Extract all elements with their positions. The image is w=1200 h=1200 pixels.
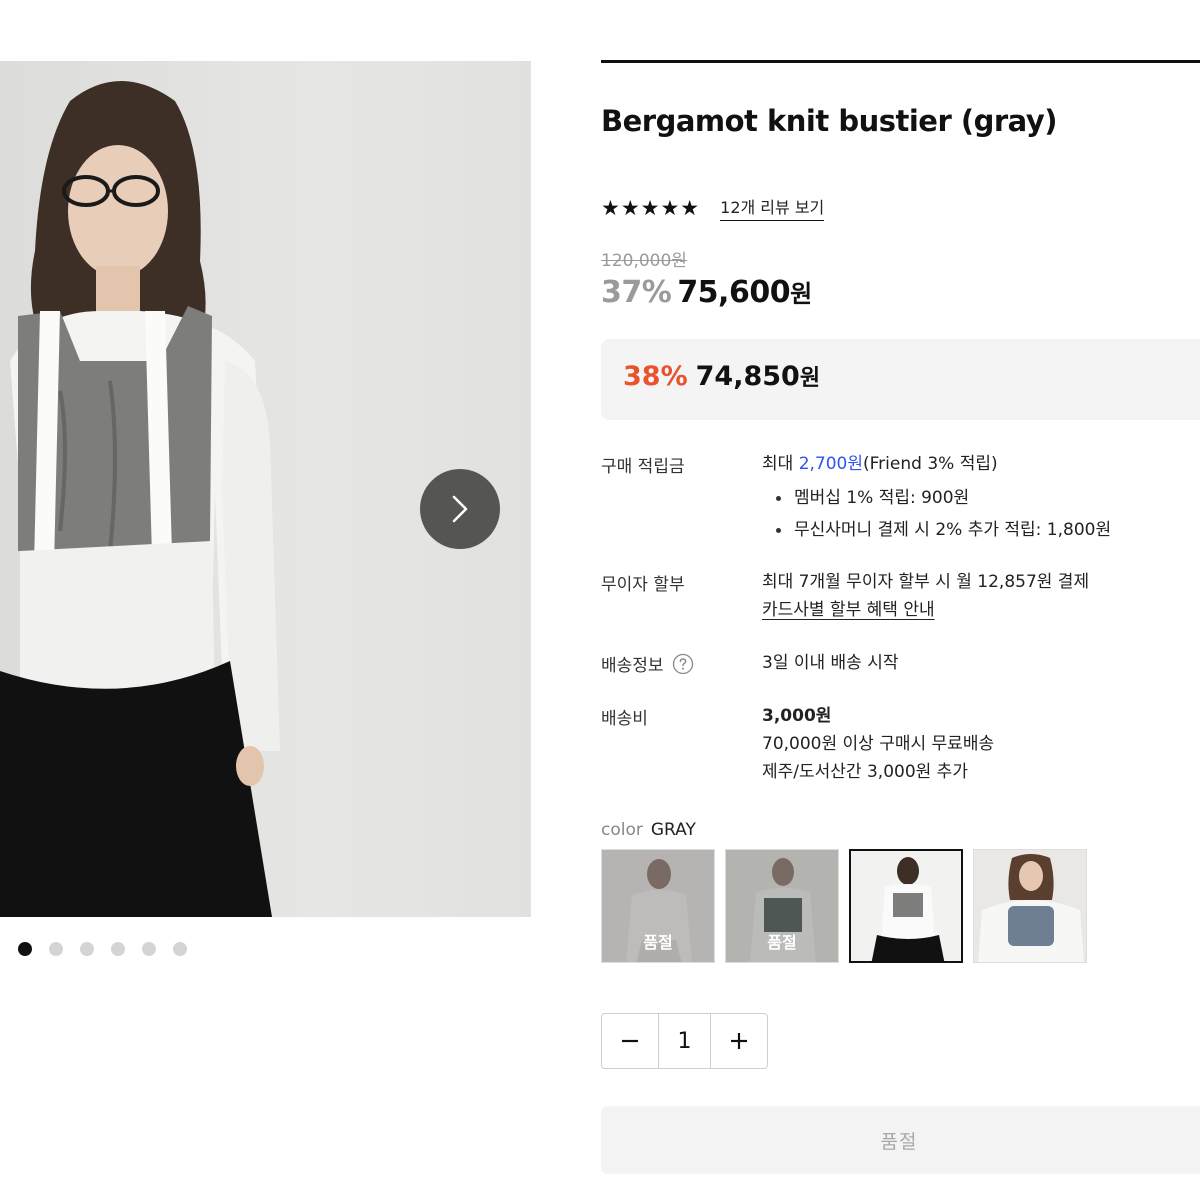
benefit-price-number: 74,850 [695, 361, 800, 392]
gallery-dot[interactable] [142, 942, 156, 956]
minus-icon [621, 1039, 638, 1043]
free-shipping-condition: 70,000원 이상 구매시 무료배송 [762, 734, 995, 754]
soldout-label: 품절 [767, 933, 797, 952]
benefit-price-unit: 원 [799, 366, 821, 391]
sale-price: 75,600원 [677, 274, 812, 310]
benefit-price-box: 38% 74,850원 [601, 339, 1200, 420]
points-prefix: 최대 [762, 454, 799, 474]
review-link[interactable]: 12개 리뷰 보기 [720, 194, 825, 221]
shipping-fee-value: 3,000원 70,000원 이상 구매시 무료배송 제주/도서산간 3,000… [762, 702, 994, 786]
gallery-dot[interactable] [173, 942, 187, 956]
color-swatch[interactable]: 품절 [601, 849, 715, 963]
next-image-button[interactable] [420, 469, 500, 549]
shipping-info-value: 3일 이내 배송 시작 [762, 653, 899, 673]
shipping-fee-label: 배송비 [601, 709, 648, 729]
top-divider [601, 60, 1200, 63]
sale-price-number: 75,600 [677, 275, 791, 310]
product-title: Bergamot knit bustier (gray) [601, 104, 1058, 138]
soldout-buy-button[interactable]: 품절 [601, 1106, 1200, 1174]
product-detail-panel: Bergamot knit bustier (gray) ★★★★★ 12개 리… [601, 0, 1200, 1200]
sale-price-unit: 원 [790, 280, 812, 308]
benefit-price: 74,850원 [696, 360, 820, 392]
shipping-info-label-text: 배송정보 [601, 656, 664, 676]
quantity-increase-button[interactable] [711, 1014, 767, 1068]
product-rating: ★★★★★ 12개 리뷰 보기 [601, 194, 825, 221]
color-option-key: color [601, 820, 643, 840]
shipping-info-label: 배송정보 [601, 651, 694, 676]
discount-rate: 37% [601, 275, 672, 310]
color-swatch[interactable] [973, 849, 1087, 963]
plus-icon [731, 1033, 748, 1049]
points-label: 구매 적립금 [601, 457, 685, 477]
buy-button-label: 품절 [880, 1130, 918, 1153]
star-rating-icon: ★★★★★ [601, 195, 701, 220]
color-option-label: color GRAY [601, 820, 696, 840]
quantity-stepper: 1 [601, 1013, 768, 1069]
installment-value: 최대 7개월 무이자 할부 시 월 12,857원 결제 카드사별 할부 혜택 … [762, 568, 1089, 624]
points-summary: 최대 2,700원(Friend 3% 적립) [762, 450, 1111, 478]
soldout-label: 품절 [643, 933, 673, 952]
benefit-price-row: 38% 74,850원 [623, 360, 820, 392]
swatch-thumbnail [974, 850, 1086, 962]
benefit-discount-rate: 38% [623, 361, 688, 392]
remote-area-surcharge: 제주/도서산간 3,000원 추가 [762, 762, 968, 782]
shipping-fee-amount: 3,000원 [762, 706, 832, 726]
quantity-value[interactable]: 1 [657, 1014, 712, 1068]
points-suffix: (Friend 3% 적립) [863, 454, 998, 474]
card-installment-link[interactable]: 카드사별 할부 혜택 안내 [762, 596, 1089, 624]
color-swatch[interactable]: 품절 [725, 849, 839, 963]
swatch-thumbnail [851, 851, 961, 961]
gallery-pagination [18, 942, 187, 956]
gallery-dot[interactable] [49, 942, 63, 956]
gallery-dot[interactable] [111, 942, 125, 956]
price-row: 37% 75,600원 [601, 274, 812, 310]
quantity-decrease-button[interactable] [602, 1014, 658, 1068]
product-image-gallery[interactable] [0, 61, 531, 917]
product-photo-model [0, 81, 280, 917]
color-option-selected: GRAY [650, 820, 696, 840]
points-amount: 2,700원 [798, 454, 863, 474]
points-value: 최대 2,700원(Friend 3% 적립) 멤버십 1% 적립: 900원 … [762, 450, 1111, 546]
original-price: 120,000원 [601, 251, 687, 271]
help-icon[interactable] [672, 653, 694, 675]
installment-label: 무이자 할부 [601, 575, 685, 595]
installment-text: 최대 7개월 무이자 할부 시 월 12,857원 결제 [762, 572, 1090, 592]
points-breakdown-list: 멤버십 1% 적립: 900원 무신사머니 결제 시 2% 추가 적립: 1,8… [762, 482, 1111, 546]
color-swatch-selected[interactable] [849, 849, 963, 963]
points-breakdown-item: 멤버십 1% 적립: 900원 [762, 482, 1111, 514]
gallery-dot[interactable] [80, 942, 94, 956]
color-swatch-list: 품절 품절 [601, 849, 1087, 963]
gallery-dot[interactable] [18, 942, 32, 956]
points-breakdown-item: 무신사머니 결제 시 2% 추가 적립: 1,800원 [762, 514, 1111, 546]
chevron-right-icon [452, 495, 468, 523]
